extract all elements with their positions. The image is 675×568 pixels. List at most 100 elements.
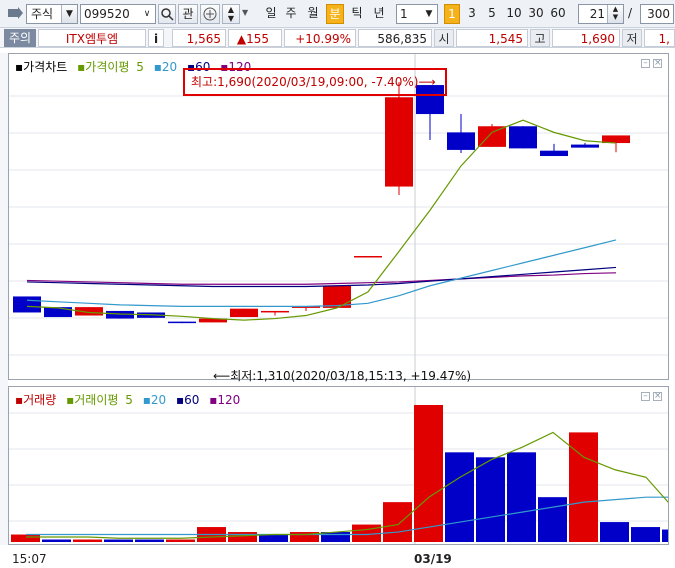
candle	[292, 306, 320, 311]
price-chart[interactable]	[9, 54, 668, 379]
volume-bar	[11, 534, 40, 542]
legend-vol-ma20[interactable]: ▪20	[143, 393, 169, 407]
display-count-input[interactable]: 21 ▲ ▼	[578, 4, 624, 24]
more-dropdown-icon[interactable]: ▼	[242, 4, 252, 24]
search-icon[interactable]	[158, 4, 176, 24]
interval-1-button[interactable]: 1	[444, 4, 460, 24]
info-icon[interactable]: i	[148, 29, 164, 47]
candle-body	[354, 256, 382, 258]
code-history-icon[interactable]: ∨	[139, 5, 155, 23]
legend-vol-ma120[interactable]: ▪120	[209, 393, 243, 407]
time-axis: 15:07 03/19	[0, 549, 675, 568]
total-count-value: 300	[647, 7, 670, 21]
arrow-up-icon[interactable]: ▲	[223, 5, 239, 14]
period-month[interactable]: 월	[304, 4, 322, 24]
candle	[354, 256, 382, 258]
chevron-down-icon[interactable]: ▼	[421, 5, 437, 23]
slash-separator: /	[628, 6, 633, 20]
volume-bar	[259, 534, 288, 542]
minimize-icon[interactable]: –	[641, 59, 650, 68]
volume-legend: ▪거래량 ▪거래이평 5 ▪20 ▪60 ▪120	[15, 391, 246, 408]
candle	[261, 310, 289, 316]
period-minute[interactable]: 분	[326, 4, 344, 24]
warning-badge: 주의	[4, 29, 36, 47]
updown-stepper[interactable]: ▲ ▼	[222, 4, 240, 24]
candle-body	[44, 307, 72, 318]
volume-bar	[135, 539, 164, 542]
candle	[168, 321, 196, 324]
ma20-line	[26, 239, 617, 307]
price-chart-panel[interactable]: ▪가격차트 ▪가격이평 5 ▪20 ▪60 ▪120 – × 최고:1,690(2…	[8, 53, 669, 383]
interval-select[interactable]: 1 ▼	[396, 4, 438, 24]
candle	[540, 143, 568, 157]
count-stepper[interactable]: ▲ ▼	[607, 5, 623, 23]
high-annotation: 최고:1,690(2020/03/19,09:00, -7.40%)⟶	[191, 75, 436, 89]
chevron-down-icon[interactable]: ▼	[61, 5, 77, 23]
arrow-down-icon[interactable]: ▼	[223, 14, 239, 23]
volume-bar	[507, 452, 536, 542]
pin-icon[interactable]	[6, 4, 24, 24]
volume-bar	[445, 452, 474, 542]
candle	[44, 307, 72, 318]
high-label: 고	[530, 29, 550, 47]
candle-body	[509, 126, 537, 149]
high-price: 1,690	[552, 29, 620, 47]
candle-body	[540, 150, 568, 157]
low-annotation: ⟵최저:1,310(2020/03/18,15:13, +19.47%)	[213, 369, 472, 383]
volume-chart[interactable]	[9, 387, 668, 544]
legend-price-chart[interactable]: ▪가격차트	[15, 60, 70, 74]
current-price: 1,565	[172, 29, 226, 47]
legend-ma20[interactable]: ▪20	[154, 60, 180, 74]
candle	[571, 143, 599, 148]
volume-bar	[42, 539, 71, 542]
left-rail	[0, 53, 8, 545]
volume-chart-panel[interactable]: ▪거래량 ▪거래이평 5 ▪20 ▪60 ▪120 – ×	[8, 386, 669, 545]
close-icon[interactable]: ×	[653, 59, 662, 68]
stock-name[interactable]: ITX엠투엠	[38, 29, 146, 47]
low-label: 저	[622, 29, 642, 47]
interval-3-button[interactable]: 3	[464, 4, 480, 24]
legend-volume[interactable]: ▪거래량	[15, 393, 59, 407]
candle-body	[261, 310, 289, 313]
volume-bar	[228, 532, 257, 542]
link-icon[interactable]	[200, 4, 220, 24]
display-count-value: 21	[589, 7, 605, 21]
market-select-value: 주식	[31, 7, 54, 21]
volume-bar	[104, 539, 133, 542]
period-day[interactable]: 일	[262, 4, 280, 24]
close-icon[interactable]: ×	[653, 392, 662, 401]
interest-button-label: 관	[182, 7, 194, 21]
volume-bar	[662, 529, 668, 542]
interval-30-button[interactable]: 30	[526, 4, 546, 24]
stock-code-input[interactable]: 099520 ∨	[80, 4, 156, 24]
period-tick[interactable]: 틱	[348, 4, 366, 24]
interest-button[interactable]: 관	[178, 4, 198, 24]
interval-60-button[interactable]: 60	[548, 4, 568, 24]
volume-bar	[73, 539, 102, 542]
panel-window-buttons: – ×	[638, 58, 662, 68]
candle	[385, 82, 413, 195]
candle	[13, 296, 41, 313]
interval-5-button[interactable]: 5	[484, 4, 500, 24]
period-week[interactable]: 주	[282, 4, 300, 24]
candle-body	[13, 296, 41, 313]
total-count-input[interactable]: 300	[640, 4, 674, 24]
legend-ma5[interactable]: ▪가격이평 5	[77, 60, 147, 74]
candle-body	[168, 321, 196, 324]
period-year[interactable]: 년	[370, 4, 388, 24]
minimize-icon[interactable]: –	[641, 392, 650, 401]
candle-body	[230, 308, 258, 318]
interval-10-button[interactable]: 10	[504, 4, 524, 24]
trade-volume: 586,835	[358, 29, 432, 47]
candle	[447, 114, 475, 153]
candle-body	[447, 132, 475, 150]
market-select[interactable]: 주식 ▼	[26, 4, 78, 24]
volume-bar	[600, 522, 629, 542]
axis-start-time: 15:07	[12, 552, 47, 566]
legend-vol-ma60[interactable]: ▪60	[176, 393, 202, 407]
toolbar: 주식 ▼ 099520 ∨ 관 ▲ ▼ ▼ 일 주 월 분 틱 년 1 ▼ 1 3…	[0, 0, 675, 28]
stock-code-value: 099520	[84, 7, 130, 21]
legend-vol-ma5[interactable]: ▪거래이평 5	[66, 393, 136, 407]
volume-bar	[321, 532, 350, 542]
ma5-line	[26, 119, 617, 321]
